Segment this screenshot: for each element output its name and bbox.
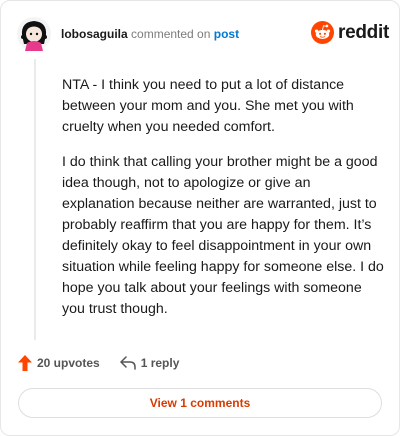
- action-text: commented on: [131, 27, 211, 41]
- comment-body: NTA - I think you need to put a lot of d…: [62, 75, 386, 334]
- post-link[interactable]: post: [214, 27, 239, 41]
- username[interactable]: lobosaguila: [61, 27, 128, 41]
- brand-name: reddit: [338, 21, 389, 43]
- upvote-count: 20 upvotes: [37, 356, 100, 370]
- reddit-icon: [311, 21, 334, 44]
- comment-card: lobosaguila commented on post reddit NTA…: [0, 0, 400, 436]
- comment-paragraph: I do think that calling your brother mig…: [62, 154, 384, 317]
- avatar[interactable]: [17, 17, 51, 51]
- thread-line: [34, 59, 36, 340]
- comment-actions: 20 upvotes 1 reply: [18, 355, 179, 371]
- reply-button[interactable]: 1 reply: [119, 356, 180, 370]
- arrow-up-icon: [18, 355, 32, 371]
- reddit-logo[interactable]: reddit: [311, 21, 389, 44]
- reply-icon: [119, 356, 136, 370]
- comment-header: lobosaguila commented on post: [61, 27, 239, 41]
- reply-count: 1 reply: [140, 356, 180, 370]
- comment-paragraph: NTA - I think you need to put a lot of d…: [62, 77, 354, 135]
- view-comments-button[interactable]: View 1 comments: [18, 388, 382, 418]
- upvote-button[interactable]: 20 upvotes: [18, 355, 100, 371]
